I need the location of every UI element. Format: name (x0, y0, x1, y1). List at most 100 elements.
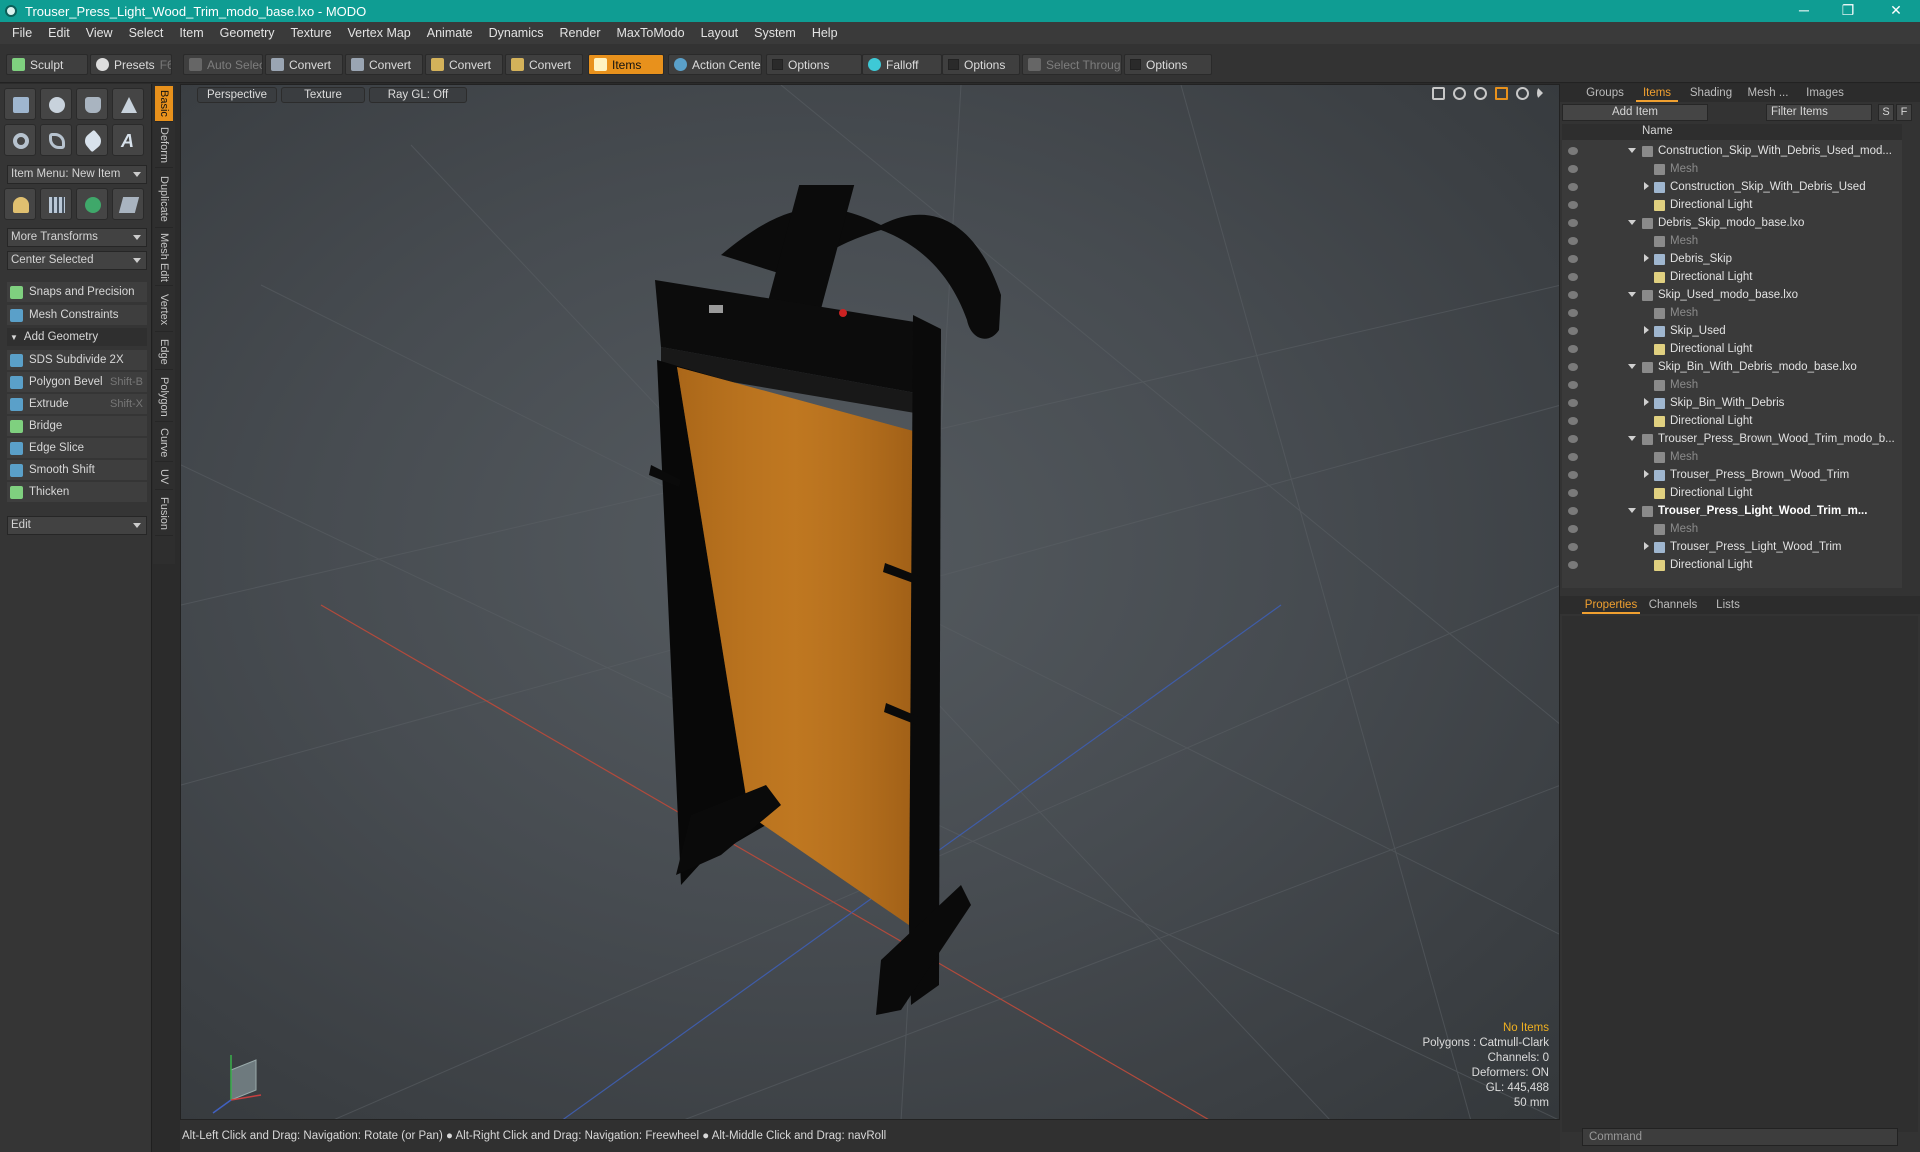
tab-lists[interactable]: Lists (1708, 596, 1748, 614)
more-transforms-dropdown[interactable]: More Transforms (7, 228, 147, 247)
cone-tool[interactable] (112, 88, 144, 120)
tab-duplicate[interactable]: Duplicate (155, 170, 173, 228)
f-filter-button[interactable]: F (1896, 104, 1912, 121)
smooth-shift-button[interactable]: Smooth Shift (7, 460, 147, 480)
expand-icon[interactable] (1644, 254, 1649, 262)
item-row[interactable]: Directional Light (1562, 268, 1902, 286)
convert-vertices-button[interactable]: Convert (265, 54, 343, 75)
item-row[interactable]: Directional Light (1562, 412, 1902, 430)
falloff-button[interactable]: Falloff (862, 54, 942, 75)
item-row[interactable]: Skip_Used (1562, 322, 1902, 340)
edge-slice-button[interactable]: Edge Slice (7, 438, 147, 458)
tab-items[interactable]: Items (1636, 84, 1678, 102)
eye-icon[interactable] (1568, 183, 1578, 191)
menu-view[interactable]: View (78, 26, 121, 40)
pen-tool[interactable] (76, 124, 108, 156)
item-row[interactable]: Directional Light (1562, 340, 1902, 358)
item-menu-dropdown[interactable]: Item Menu: New Item (7, 165, 147, 184)
sculpt-button[interactable]: Sculpt (6, 54, 88, 75)
collapse-icon[interactable] (1628, 436, 1636, 441)
item-row[interactable]: Directional Light (1562, 556, 1902, 574)
text-tool[interactable]: A (112, 124, 144, 156)
center-selected-dropdown[interactable]: Center Selected (7, 251, 147, 270)
collapse-icon[interactable] (1628, 364, 1636, 369)
select-through-button[interactable]: Select Through (1022, 54, 1122, 75)
minimize-button[interactable]: ─ (1784, 0, 1824, 22)
sphere-map-tool[interactable] (76, 188, 108, 220)
select-through-options[interactable]: Options (1124, 54, 1212, 75)
menu-dynamics[interactable]: Dynamics (481, 26, 552, 40)
close-button[interactable]: ✕ (1876, 0, 1916, 22)
item-row[interactable]: Directional Light (1562, 196, 1902, 214)
raygl-button[interactable]: Ray GL: Off (369, 87, 467, 103)
item-row[interactable]: Skip_Used_modo_base.lxo (1562, 286, 1902, 304)
collapse-icon[interactable] (1628, 220, 1636, 225)
expand-icon[interactable] (1644, 470, 1649, 478)
expand-icon[interactable] (1644, 398, 1649, 406)
item-row[interactable]: Mesh (1562, 304, 1902, 322)
item-row[interactable]: Construction_Skip_With_Debris_Used_mod..… (1562, 142, 1902, 160)
auto-select-button[interactable]: Auto Select (183, 54, 263, 75)
extrude-button[interactable]: Extrude Shift-X (7, 394, 147, 414)
tab-groups[interactable]: Groups (1582, 84, 1628, 102)
item-row[interactable]: Skip_Bin_With_Debris_modo_base.lxo (1562, 358, 1902, 376)
eye-icon[interactable] (1568, 273, 1578, 281)
item-row[interactable]: Mesh (1562, 376, 1902, 394)
menu-edit[interactable]: Edit (40, 26, 78, 40)
tab-properties[interactable]: Properties (1582, 596, 1640, 614)
sds-subdivide-button[interactable]: SDS Subdivide 2X (7, 350, 147, 370)
menu-file[interactable]: File (4, 26, 40, 40)
eye-icon[interactable] (1568, 525, 1578, 533)
tube-tool[interactable] (40, 124, 72, 156)
maximize-icon[interactable] (1495, 87, 1508, 100)
falloff-options[interactable]: Options (942, 54, 1020, 75)
tab-shading[interactable]: Shading (1684, 84, 1738, 102)
action-center-button[interactable]: Action Center (668, 54, 762, 75)
eye-icon[interactable] (1568, 165, 1578, 173)
eye-icon[interactable] (1568, 507, 1578, 515)
tab-mesh[interactable]: Mesh ... (1742, 84, 1794, 102)
tab-deform[interactable]: Deform (155, 124, 173, 168)
tab-vertex[interactable]: Vertex (155, 288, 173, 332)
expand-icon[interactable] (1644, 182, 1649, 190)
rotate-icon[interactable] (1453, 87, 1466, 100)
bridge-button[interactable]: Bridge (7, 416, 147, 436)
eye-icon[interactable] (1568, 471, 1578, 479)
perspective-button[interactable]: Perspective (197, 87, 277, 103)
item-row[interactable]: Mesh (1562, 448, 1902, 466)
cylinder-tool[interactable] (76, 88, 108, 120)
convert-edges-button[interactable]: Convert (345, 54, 423, 75)
tab-images[interactable]: Images (1800, 84, 1850, 102)
pan-icon[interactable] (1432, 87, 1445, 100)
menu-animate[interactable]: Animate (419, 26, 481, 40)
arrow-right-icon[interactable] (1537, 87, 1543, 99)
eye-icon[interactable] (1568, 255, 1578, 263)
expand-icon[interactable] (1644, 326, 1649, 334)
eye-icon[interactable] (1568, 327, 1578, 335)
tab-curve[interactable]: Curve (155, 424, 173, 462)
command-input[interactable]: Command (1582, 1128, 1898, 1146)
texture-button[interactable]: Texture (281, 87, 365, 103)
tab-polygon[interactable]: Polygon (155, 372, 173, 422)
eye-icon[interactable] (1568, 147, 1578, 155)
name-column-header[interactable]: Name (1642, 125, 1673, 137)
tab-channels[interactable]: Channels (1646, 596, 1700, 614)
thicken-button[interactable]: Thicken (7, 482, 147, 502)
convert-items-button[interactable]: Convert (505, 54, 583, 75)
eye-icon[interactable] (1568, 561, 1578, 569)
item-row[interactable]: Debris_Skip (1562, 250, 1902, 268)
eye-icon[interactable] (1568, 291, 1578, 299)
menu-layout[interactable]: Layout (693, 26, 747, 40)
menu-item[interactable]: Item (171, 26, 211, 40)
menu-select[interactable]: Select (121, 26, 172, 40)
menu-vertex-map[interactable]: Vertex Map (340, 26, 419, 40)
eye-icon[interactable] (1568, 489, 1578, 497)
item-row[interactable]: Directional Light (1562, 484, 1902, 502)
filter-items-input[interactable]: Filter Items (1766, 104, 1872, 121)
menu-geometry[interactable]: Geometry (212, 26, 283, 40)
item-row[interactable]: Skip_Bin_With_Debris (1562, 394, 1902, 412)
item-row[interactable]: Trouser_Press_Brown_Wood_Trim (1562, 466, 1902, 484)
snaps-precision-button[interactable]: Snaps and Precision (7, 282, 147, 302)
tab-uv[interactable]: UV (155, 464, 173, 490)
menu-maxtomodo[interactable]: MaxToModo (609, 26, 693, 40)
